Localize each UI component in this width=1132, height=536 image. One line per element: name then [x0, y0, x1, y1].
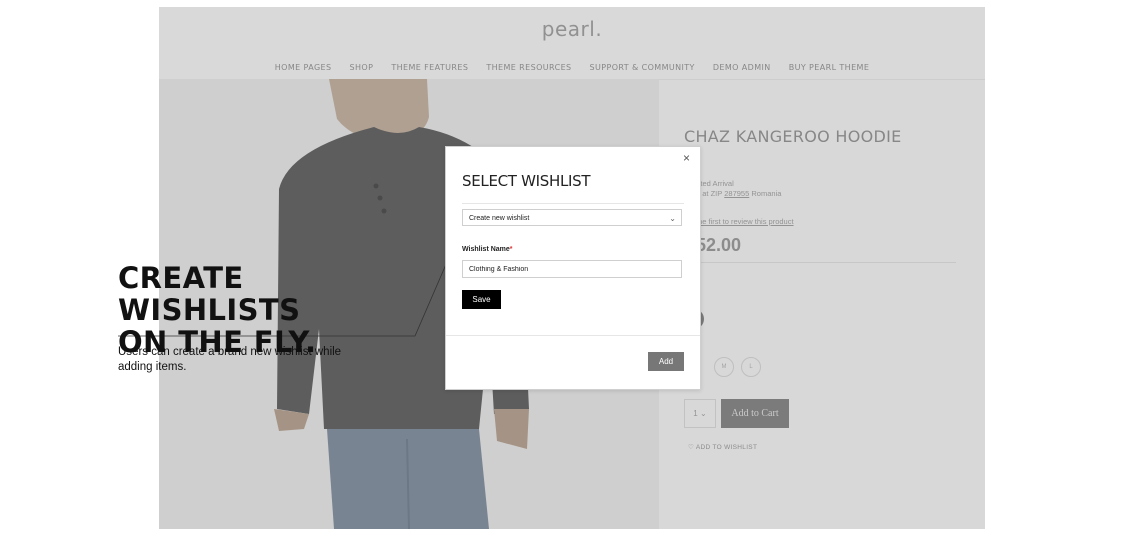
close-icon[interactable]: ×: [683, 152, 690, 164]
chevron-down-icon: ⌄: [669, 214, 676, 223]
required-mark: *: [509, 246, 513, 253]
save-button[interactable]: Save: [462, 290, 501, 309]
wishlist-name-label-text: Wishlist Name: [462, 246, 510, 253]
wishlist-select[interactable]: Create new wishlist ⌄: [462, 209, 682, 226]
callout-description: Users can create a brand new wishlist wh…: [118, 346, 342, 373]
callout-heading: CREATE WISHLISTS ON THE FLY.: [118, 261, 317, 359]
modal-footer-divider: [446, 335, 700, 336]
add-button[interactable]: Add: [648, 352, 684, 371]
modal-title: SELECT WISHLIST: [462, 172, 591, 190]
wishlist-name-label: Wishlist Name*: [462, 246, 513, 253]
wishlist-select-value: Create new wishlist: [469, 215, 530, 222]
wishlist-name-input[interactable]: [462, 260, 682, 278]
select-wishlist-modal: × SELECT WISHLIST Create new wishlist ⌄ …: [445, 146, 701, 390]
modal-divider: [462, 203, 684, 204]
